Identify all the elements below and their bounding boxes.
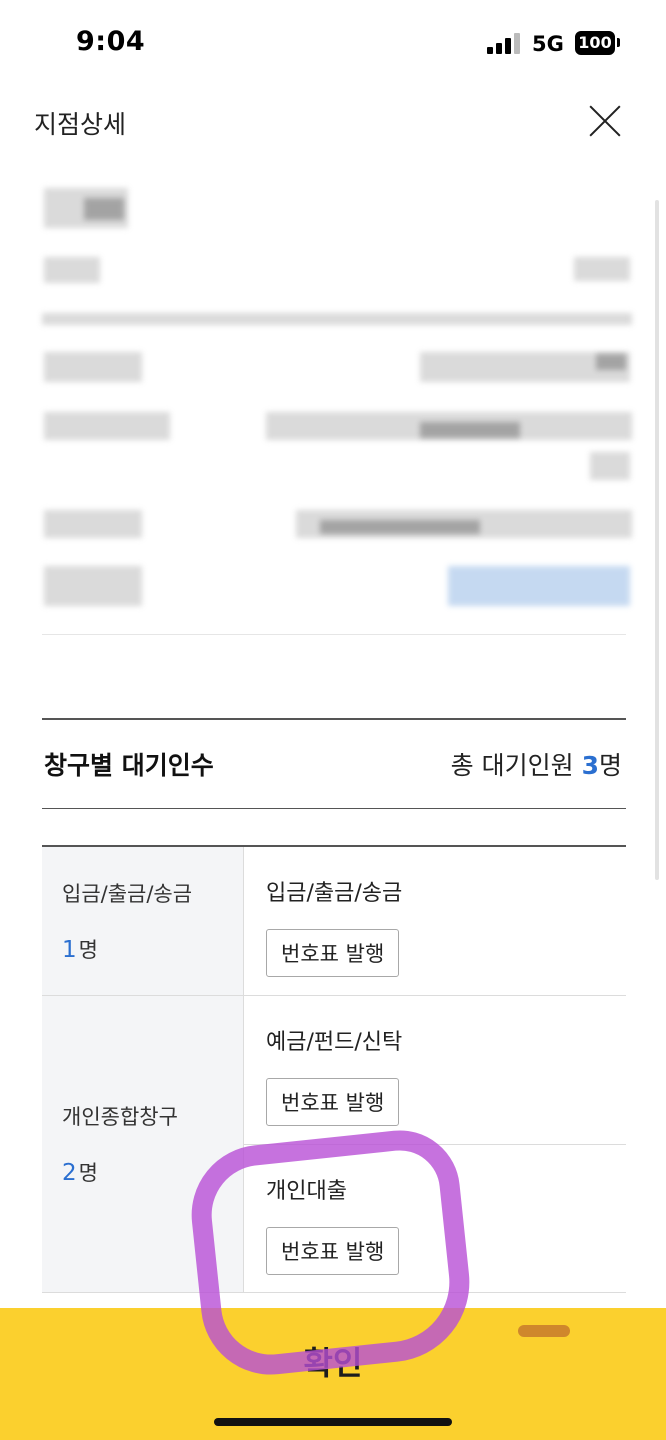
window-services: 입금/출금/송금 번호표 발행 xyxy=(244,847,626,995)
window-services: 예금/펀드/신탁 번호표 발행 개인대출 번호표 발행 xyxy=(244,996,626,1292)
service-item: 예금/펀드/신탁 번호표 발행 xyxy=(244,996,626,1144)
close-icon[interactable] xyxy=(584,100,626,142)
waiting-section-title: 창구별 대기인수 xyxy=(44,751,214,780)
section-divider-top xyxy=(42,718,626,720)
issue-ticket-button[interactable]: 번호표 발행 xyxy=(266,1078,400,1126)
window-summary: 개인종합창구 2명 xyxy=(42,996,244,1292)
service-item: 개인대출 번호표 발행 xyxy=(244,1144,626,1291)
service-name: 예금/펀드/신탁 xyxy=(266,1030,403,1055)
annotation-mark xyxy=(518,1325,570,1337)
service-item: 입금/출금/송금 번호표 발행 xyxy=(244,847,626,995)
battery-icon: 100 xyxy=(575,31,615,55)
page-title: 지점상세 xyxy=(34,110,127,139)
window-summary: 입금/출금/송금 1명 xyxy=(42,847,244,995)
issue-ticket-button[interactable]: 번호표 발행 xyxy=(266,929,400,977)
section-divider-bottom xyxy=(42,808,626,809)
status-bar: 9:04 5G 100 xyxy=(0,0,666,90)
issue-ticket-button[interactable]: 번호표 발행 xyxy=(266,1227,400,1275)
service-name: 개인대출 xyxy=(266,1179,347,1204)
divider xyxy=(42,634,626,635)
window-row: 입금/출금/송금 1명 입금/출금/송금 번호표 발행 xyxy=(42,847,626,996)
window-name: 개인종합창구 xyxy=(62,1105,178,1129)
total-waiting-count: 3 xyxy=(581,751,599,780)
window-row: 개인종합창구 2명 예금/펀드/신탁 번호표 발행 개인대출 번호표 발행 xyxy=(42,996,626,1293)
network-type: 5G xyxy=(532,32,564,56)
window-name: 입금/출금/송금 xyxy=(62,882,193,906)
service-name: 입금/출금/송금 xyxy=(266,881,403,906)
total-waiting: 총 대기인원 3명 xyxy=(450,751,622,780)
cellular-signal-icon xyxy=(487,32,521,54)
status-time: 9:04 xyxy=(76,26,146,57)
window-count: 1명 xyxy=(62,937,98,963)
scrollbar[interactable] xyxy=(655,200,659,880)
window-count: 2명 xyxy=(62,1160,98,1186)
battery-tip xyxy=(617,38,620,47)
window-table: 입금/출금/송금 1명 입금/출금/송금 번호표 발행 개인종합창구 2명 예금… xyxy=(42,845,626,1293)
confirm-button-label: 확인 xyxy=(303,1344,363,1382)
home-indicator[interactable] xyxy=(214,1418,452,1426)
